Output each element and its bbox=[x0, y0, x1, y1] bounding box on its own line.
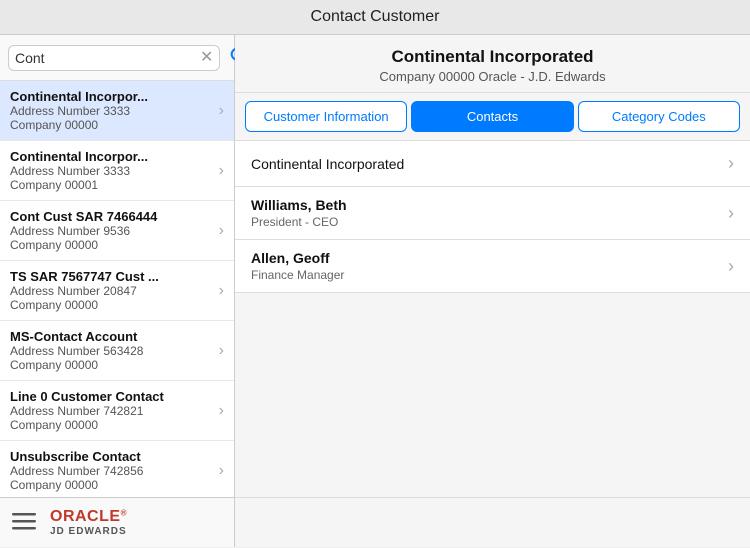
list-item-company: Company 00000 bbox=[10, 238, 215, 252]
list-item[interactable]: TS SAR 7567747 Cust ... Address Number 2… bbox=[0, 261, 234, 321]
list-item-address: Address Number 3333 bbox=[10, 104, 215, 118]
list-item-content: Line 0 Customer Contact Address Number 7… bbox=[10, 389, 215, 432]
list-item-company: Company 00000 bbox=[10, 298, 215, 312]
contact-info: Williams, Beth President - CEO bbox=[251, 197, 728, 229]
list-item-address: Address Number 3333 bbox=[10, 164, 215, 178]
list-item[interactable]: Unsubscribe Contact Address Number 74285… bbox=[0, 441, 234, 497]
contact-name: Williams, Beth bbox=[251, 197, 728, 213]
list-item[interactable]: Line 0 Customer Contact Address Number 7… bbox=[0, 381, 234, 441]
bottom-bar: ORACLE® JD EDWARDS bbox=[0, 497, 234, 547]
search-input-wrapper: ✕ bbox=[8, 45, 220, 71]
list-item-name: MS-Contact Account bbox=[10, 329, 215, 344]
contact-row[interactable]: Allen, Geoff Finance Manager › bbox=[235, 240, 750, 293]
list-item-chevron-icon: › bbox=[219, 222, 224, 240]
list-item-company: Company 00000 bbox=[10, 418, 215, 432]
list-item-chevron-icon: › bbox=[219, 402, 224, 420]
right-header: Continental Incorporated Company 00000 O… bbox=[235, 35, 750, 93]
list-item-company: Company 00000 bbox=[10, 118, 215, 132]
oracle-logo: ORACLE® JD EDWARDS bbox=[50, 508, 127, 537]
left-panel: ✕ Continental Incorpor... Address Number… bbox=[0, 35, 235, 547]
list-item-name: Continental Incorpor... bbox=[10, 89, 215, 104]
right-panel: Continental Incorporated Company 00000 O… bbox=[235, 35, 750, 547]
list-item-name: Unsubscribe Contact bbox=[10, 449, 215, 464]
list-item-content: TS SAR 7567747 Cust ... Address Number 2… bbox=[10, 269, 215, 312]
jde-label: JD EDWARDS bbox=[50, 526, 127, 537]
menu-icon bbox=[10, 510, 38, 532]
list-item-chevron-icon: › bbox=[219, 102, 224, 120]
list-item-content: MS-Contact Account Address Number 563428… bbox=[10, 329, 215, 372]
tab-category-codes[interactable]: Category Codes bbox=[578, 101, 740, 132]
list-item-name: Line 0 Customer Contact bbox=[10, 389, 215, 404]
tabs-bar: Customer Information Contacts Category C… bbox=[235, 93, 750, 141]
list-item-address: Address Number 20847 bbox=[10, 284, 215, 298]
list-item-name: Continental Incorpor... bbox=[10, 149, 215, 164]
list-item-company: Company 00000 bbox=[10, 358, 215, 372]
list-item-name: TS SAR 7567747 Cust ... bbox=[10, 269, 215, 284]
list-item-content: Cont Cust SAR 7466444 Address Number 953… bbox=[10, 209, 215, 252]
list-item-content: Continental Incorpor... Address Number 3… bbox=[10, 89, 215, 132]
list-item-address: Address Number 742856 bbox=[10, 464, 215, 478]
clear-icon[interactable]: ✕ bbox=[200, 50, 213, 66]
list-item[interactable]: Cont Cust SAR 7466444 Address Number 953… bbox=[0, 201, 234, 261]
contact-chevron-icon: › bbox=[728, 203, 734, 224]
list-item-address: Address Number 563428 bbox=[10, 344, 215, 358]
contact-chevron-icon: › bbox=[728, 256, 734, 277]
list-item-company: Company 00000 bbox=[10, 478, 215, 492]
contact-info: Allen, Geoff Finance Manager bbox=[251, 250, 728, 282]
list-item-chevron-icon: › bbox=[219, 342, 224, 360]
tab-contacts[interactable]: Contacts bbox=[411, 101, 573, 132]
list-item-name: Cont Cust SAR 7466444 bbox=[10, 209, 215, 224]
list-item-address: Address Number 742821 bbox=[10, 404, 215, 418]
list-item-chevron-icon: › bbox=[219, 162, 224, 180]
contact-title: Finance Manager bbox=[251, 268, 728, 282]
contact-title: President - CEO bbox=[251, 215, 728, 229]
search-bar: ✕ bbox=[0, 35, 234, 81]
list-container: Continental Incorpor... Address Number 3… bbox=[0, 81, 234, 497]
contact-name: Allen, Geoff bbox=[251, 250, 728, 266]
right-content: Continental Incorporated › Williams, Bet… bbox=[235, 141, 750, 497]
search-input[interactable] bbox=[15, 50, 196, 66]
right-bottom-spacer bbox=[235, 497, 750, 547]
tab-customer-information[interactable]: Customer Information bbox=[245, 101, 407, 132]
main-layout: ✕ Continental Incorpor... Address Number… bbox=[0, 35, 750, 547]
list-item-chevron-icon: › bbox=[219, 462, 224, 480]
list-item[interactable]: MS-Contact Account Address Number 563428… bbox=[0, 321, 234, 381]
company-subtitle: Company 00000 Oracle - J.D. Edwards bbox=[251, 69, 734, 84]
title-bar: Contact Customer bbox=[0, 0, 750, 35]
section-chevron-icon: › bbox=[728, 153, 734, 174]
page-title: Contact Customer bbox=[311, 8, 440, 25]
list-item-company: Company 00001 bbox=[10, 178, 215, 192]
list-item-address: Address Number 9536 bbox=[10, 224, 215, 238]
menu-button[interactable] bbox=[10, 510, 38, 535]
list-item-chevron-icon: › bbox=[219, 282, 224, 300]
company-title: Continental Incorporated bbox=[251, 47, 734, 67]
section-company-title: Continental Incorporated bbox=[251, 156, 728, 172]
oracle-brand: ORACLE® bbox=[50, 508, 127, 526]
list-item[interactable]: Continental Incorpor... Address Number 3… bbox=[0, 141, 234, 201]
contacts-container: Williams, Beth President - CEO › Allen, … bbox=[235, 187, 750, 293]
list-item-content: Unsubscribe Contact Address Number 74285… bbox=[10, 449, 215, 492]
section-company-row[interactable]: Continental Incorporated › bbox=[235, 141, 750, 187]
contact-row[interactable]: Williams, Beth President - CEO › bbox=[235, 187, 750, 240]
list-item[interactable]: Continental Incorpor... Address Number 3… bbox=[0, 81, 234, 141]
list-item-content: Continental Incorpor... Address Number 3… bbox=[10, 149, 215, 192]
